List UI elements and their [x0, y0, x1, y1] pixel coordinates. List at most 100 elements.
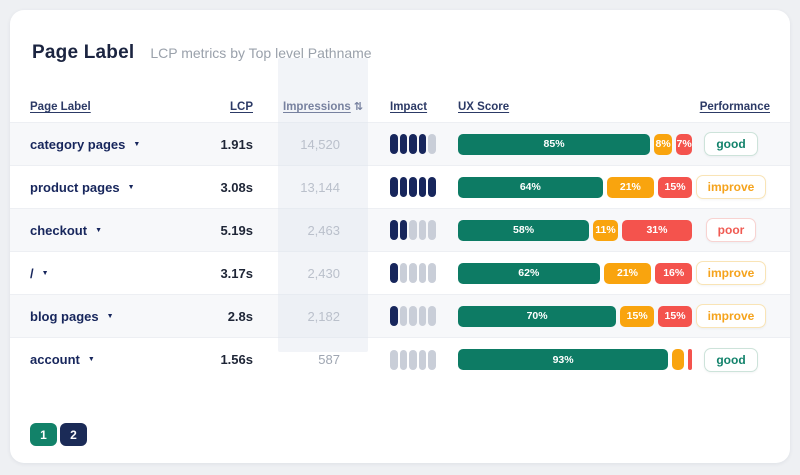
ux-score-bar: 85%8%7% [458, 134, 692, 155]
impact-pill [419, 177, 427, 197]
impact-pill [409, 177, 417, 197]
table-body: category pages ▼ 1.91s 14,520 85%8%7% good pro… [10, 122, 790, 381]
caret-down-icon: ▼ [42, 270, 49, 277]
column-header-impact[interactable]: Impact [390, 101, 440, 113]
table-row: account▼1.56s58793%good [10, 338, 790, 381]
impact-pill [419, 263, 427, 283]
impact-pill [428, 177, 436, 197]
ux-segment-poor: 15% [658, 177, 692, 198]
table-row: category pages ▼ 1.91s 14,520 85%8%7% good [10, 123, 790, 166]
impact-pill [409, 350, 417, 370]
impact-indicator [390, 177, 440, 197]
performance-badge: improve [696, 175, 767, 199]
table-row: /▼3.17s2,43062%21%16%improve [10, 252, 790, 295]
impact-pill [419, 350, 427, 370]
card-header: Page Label LCP metrics by Top level Path… [10, 34, 790, 64]
ux-score-bar: 64%21%15% [458, 177, 692, 198]
table-header-row: Page LabelLCP Impressions⇅ Impact UX ScoreP… [10, 90, 790, 122]
impact-indicator [390, 134, 440, 154]
impact-pill [428, 350, 436, 370]
page-label-dropdown[interactable]: /▼ [30, 266, 49, 281]
page-button-2[interactable]: 2 [60, 423, 87, 446]
impact-pill [390, 263, 398, 283]
column-header-lcp[interactable]: LCP [200, 101, 253, 113]
impact-pill [400, 220, 408, 240]
lcp-value: 1.56s [200, 352, 253, 367]
ux-segment-poor: 31% [622, 220, 692, 241]
impact-pill [409, 306, 417, 326]
impact-pill [428, 134, 436, 154]
impact-indicator [390, 350, 440, 370]
table-row: blog pages▼2.8s2,18270%15%15%improve [10, 295, 790, 338]
table-row: checkout▼ 5.19s 2,463 58%11%31% poor [10, 209, 790, 252]
impact-pill [409, 220, 417, 240]
page-label-text: blog pages [30, 309, 99, 324]
page-label-text: account [30, 352, 80, 367]
impact-pill [400, 350, 408, 370]
pagination: 12 [10, 423, 790, 446]
column-header-impressions[interactable]: Impressions⇅ [278, 100, 368, 113]
metrics-table: Page LabelLCP Impressions⇅ Impact UX ScoreP… [10, 90, 790, 381]
impact-pill [390, 177, 398, 197]
performance-badge: poor [706, 218, 757, 242]
ux-segment-good: 93% [458, 349, 668, 370]
caret-down-icon: ▼ [133, 141, 140, 148]
impressions-value: 13,144 [278, 180, 368, 195]
impact-pill [400, 177, 408, 197]
impact-pill [419, 134, 427, 154]
page-label-text: / [30, 266, 34, 281]
page-subtitle: LCP metrics by Top level Pathname [150, 45, 371, 61]
lcp-value: 2.8s [200, 309, 253, 324]
impact-pill [400, 306, 408, 326]
ux-segment-improve: 8% [654, 134, 672, 155]
page-label-dropdown[interactable]: category pages ▼ [30, 137, 140, 152]
lcp-value: 1.91s [200, 137, 253, 152]
sort-arrows-icon: ⇅ [354, 100, 363, 113]
performance-badge: good [704, 348, 757, 372]
ux-segment-good: 58% [458, 220, 589, 241]
ux-score-bar: 70%15%15% [458, 306, 692, 327]
impressions-value: 2,463 [278, 223, 368, 238]
column-header-ux-score[interactable]: UX Score [458, 101, 692, 113]
ux-segment-improve: 21% [604, 263, 652, 284]
impressions-value: 14,520 [278, 137, 368, 152]
page-label-text: category pages [30, 137, 125, 152]
page-label-text: product pages [30, 180, 120, 195]
column-header-page-label[interactable]: Page Label [30, 101, 200, 113]
lcp-value: 5.19s [200, 223, 253, 238]
ux-segment-improve: 11% [593, 220, 618, 241]
caret-down-icon: ▼ [107, 313, 114, 320]
page-label-dropdown[interactable]: checkout▼ [30, 223, 102, 238]
ux-score-bar: 93% [458, 349, 692, 370]
page-button-1[interactable]: 1 [30, 423, 57, 446]
lcp-value: 3.17s [200, 266, 253, 281]
page-title: Page Label [32, 42, 134, 64]
ux-segment-poor: 15% [658, 306, 692, 327]
impact-pill [409, 263, 417, 283]
table-row: product pages ▼ 3.08s 13,144 64%21%15%improv… [10, 166, 790, 209]
impact-indicator [390, 306, 440, 326]
impact-pill [428, 220, 436, 240]
impact-pill [400, 134, 408, 154]
page-label-dropdown[interactable]: product pages ▼ [30, 180, 135, 195]
ux-segment-good: 64% [458, 177, 603, 198]
metrics-card: Page Label LCP metrics by Top level Path… [10, 10, 790, 463]
lcp-value: 3.08s [200, 180, 253, 195]
page-label-dropdown[interactable]: blog pages ▼ [30, 309, 114, 324]
ux-segment-good: 70% [458, 306, 616, 327]
column-header-performance[interactable]: Performance [692, 101, 770, 113]
ux-segment-good: 62% [458, 263, 600, 284]
ux-segment-poor: 16% [655, 263, 692, 284]
impact-pill [390, 134, 398, 154]
ux-segment-good: 85% [458, 134, 650, 155]
ux-segment-improve: 21% [607, 177, 654, 198]
page-label-dropdown[interactable]: account▼ [30, 352, 95, 367]
performance-badge: improve [696, 261, 767, 285]
performance-badge: good [704, 132, 757, 156]
impact-pill [400, 263, 408, 283]
caret-down-icon: ▼ [128, 184, 135, 191]
page-label-text: checkout [30, 223, 87, 238]
impressions-value: 2,182 [278, 309, 368, 324]
impact-pill [419, 220, 427, 240]
ux-score-bar: 58%11%31% [458, 220, 692, 241]
